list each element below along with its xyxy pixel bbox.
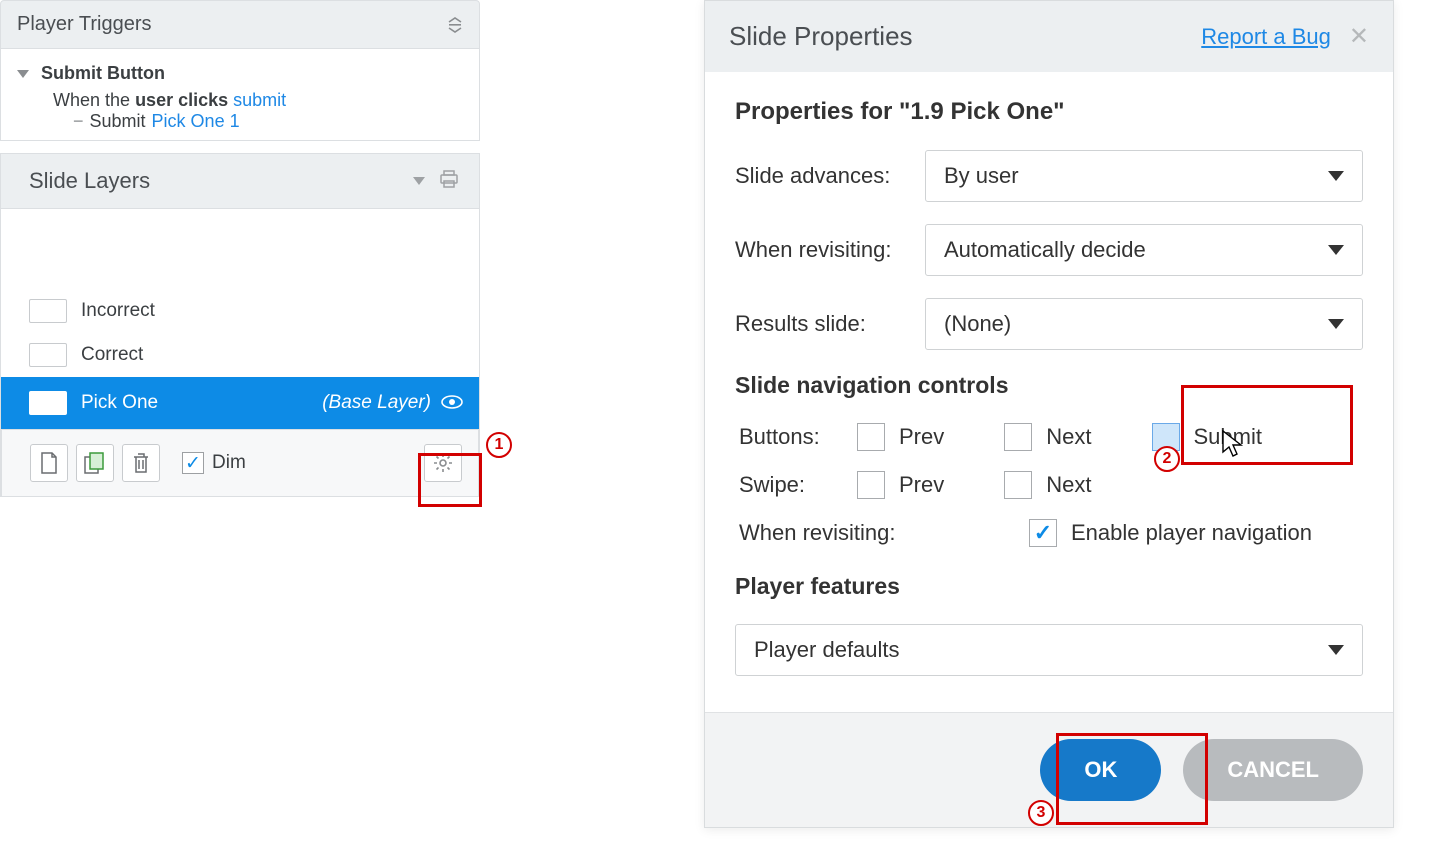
slide-advances-label: Slide advances: bbox=[735, 163, 925, 189]
printer-icon[interactable] bbox=[439, 170, 459, 193]
swipe-next-checkbox[interactable]: Next bbox=[1004, 471, 1091, 499]
next-button-checkbox[interactable]: Next bbox=[1004, 423, 1091, 451]
dialog-title: Slide Properties bbox=[729, 21, 913, 52]
cancel-button[interactable]: CANCEL bbox=[1183, 739, 1363, 801]
dialog-header: Slide Properties Report a Bug ✕ bbox=[705, 1, 1393, 72]
prev-button-checkbox[interactable]: Prev bbox=[857, 423, 944, 451]
buttons-label: Buttons: bbox=[739, 424, 857, 450]
swipe-prev-checkbox[interactable]: Prev bbox=[857, 471, 944, 499]
select-value: (None) bbox=[944, 311, 1011, 337]
report-bug-link[interactable]: Report a Bug bbox=[1201, 24, 1331, 50]
visibility-icon[interactable] bbox=[441, 392, 463, 415]
layer-thumb bbox=[29, 391, 67, 415]
checkbox-icon bbox=[857, 423, 885, 451]
chevron-down-icon bbox=[1328, 245, 1344, 255]
delete-layer-button[interactable] bbox=[122, 444, 160, 482]
layer-item-pickone-selected[interactable]: Pick One (Base Layer) bbox=[1, 377, 479, 429]
layer-label: Pick One bbox=[81, 392, 158, 414]
left-panel: Player Triggers Submit Button When the u… bbox=[0, 0, 480, 497]
trigger-group-label: Submit Button bbox=[41, 63, 165, 84]
nav-controls-title: Slide navigation controls bbox=[735, 372, 1363, 399]
select-value: Automatically decide bbox=[944, 237, 1146, 263]
player-features-select[interactable]: Player defaults bbox=[735, 624, 1363, 676]
swipe-label: Swipe: bbox=[739, 472, 857, 498]
checkbox-label: Enable player navigation bbox=[1071, 520, 1312, 546]
checkbox-icon bbox=[1004, 471, 1032, 499]
layer-properties-gear-button[interactable] bbox=[424, 444, 462, 482]
duplicate-layer-button[interactable] bbox=[76, 444, 114, 482]
checkbox-checked-icon bbox=[1029, 519, 1057, 547]
buttons-row: Buttons: Prev Next Submit bbox=[735, 423, 1363, 451]
layer-item-incorrect[interactable]: Incorrect bbox=[1, 289, 479, 333]
trigger-when-prefix: When the bbox=[53, 90, 130, 110]
when-revisiting2-label: When revisiting: bbox=[739, 520, 1029, 546]
dialog-footer: OK CANCEL bbox=[705, 712, 1393, 827]
when-revisiting-label: When revisiting: bbox=[735, 237, 925, 263]
layer-thumb bbox=[29, 343, 67, 367]
layer-label: Incorrect bbox=[81, 300, 155, 322]
checkbox-label: Prev bbox=[899, 424, 944, 450]
trigger-action[interactable]: − Submit Pick One 1 bbox=[1, 111, 479, 132]
layers-body: Incorrect Correct Pick One (Base Layer) bbox=[0, 209, 480, 497]
dim-toggle[interactable]: ✓ Dim bbox=[182, 452, 246, 474]
layer-label: Correct bbox=[81, 344, 143, 366]
close-icon[interactable]: ✕ bbox=[1349, 22, 1369, 51]
slide-advances-row: Slide advances: By user bbox=[735, 150, 1363, 202]
checkbox-label: Next bbox=[1046, 424, 1091, 450]
dialog-body: Properties for "1.9 Pick One" Slide adva… bbox=[705, 72, 1393, 712]
results-slide-label: Results slide: bbox=[735, 311, 925, 337]
layers-toolbar: ✓ Dim bbox=[1, 429, 479, 497]
trigger-when[interactable]: When the user clicks submit bbox=[1, 90, 479, 111]
select-value: By user bbox=[944, 163, 1019, 189]
trigger-when-userclicks: user clicks bbox=[135, 90, 228, 110]
chevron-down-icon bbox=[1328, 171, 1344, 181]
checkbox-icon bbox=[857, 471, 885, 499]
results-slide-row: Results slide: (None) bbox=[735, 298, 1363, 350]
checkbox-icon: ✓ bbox=[182, 452, 204, 474]
trigger-action-prefix: Submit bbox=[90, 111, 146, 132]
chevron-down-icon bbox=[1328, 319, 1344, 329]
swipe-row: Swipe: Prev Next bbox=[735, 471, 1363, 499]
checkbox-label: Next bbox=[1046, 472, 1091, 498]
player-features-title: Player features bbox=[735, 573, 1363, 600]
annotation-badge-1: 1 bbox=[486, 432, 512, 458]
select-value: Player defaults bbox=[754, 637, 900, 663]
slide-layers-title: Slide Layers bbox=[29, 168, 150, 194]
checkbox-label: Prev bbox=[899, 472, 944, 498]
new-layer-button[interactable] bbox=[30, 444, 68, 482]
properties-for-title: Properties for "1.9 Pick One" bbox=[735, 98, 1363, 126]
results-slide-select[interactable]: (None) bbox=[925, 298, 1363, 350]
slide-layers-header[interactable]: Slide Layers bbox=[0, 153, 480, 209]
trigger-action-link[interactable]: Pick One 1 bbox=[152, 111, 240, 132]
trigger-group-row[interactable]: Submit Button bbox=[1, 57, 479, 90]
player-triggers-title: Player Triggers bbox=[17, 13, 152, 36]
minus-icon: − bbox=[73, 111, 84, 132]
ok-button[interactable]: OK bbox=[1040, 739, 1161, 801]
chevron-down-icon bbox=[17, 70, 29, 78]
collapse-icon[interactable] bbox=[447, 15, 463, 35]
trigger-when-action-link[interactable]: submit bbox=[233, 90, 286, 110]
revisiting-nav-row: When revisiting: Enable player navigatio… bbox=[735, 519, 1363, 547]
when-revisiting-row: When revisiting: Automatically decide bbox=[735, 224, 1363, 276]
when-revisiting-select[interactable]: Automatically decide bbox=[925, 224, 1363, 276]
dim-label: Dim bbox=[212, 452, 246, 474]
slide-properties-dialog: Slide Properties Report a Bug ✕ Properti… bbox=[704, 0, 1394, 828]
trigger-group: Submit Button When the user clicks submi… bbox=[0, 49, 480, 141]
layer-thumb bbox=[29, 299, 67, 323]
submit-button-checkbox[interactable]: Submit bbox=[1152, 423, 1262, 451]
chevron-down-icon bbox=[1328, 645, 1344, 655]
checkbox-label: Submit bbox=[1194, 424, 1262, 450]
chevron-down-icon[interactable] bbox=[413, 177, 425, 185]
base-layer-label: (Base Layer) bbox=[322, 392, 431, 414]
checkbox-icon bbox=[1004, 423, 1032, 451]
layer-item-correct[interactable]: Correct bbox=[1, 333, 479, 377]
player-triggers-header[interactable]: Player Triggers bbox=[0, 0, 480, 49]
checkbox-icon bbox=[1152, 423, 1180, 451]
enable-player-nav-checkbox[interactable]: Enable player navigation bbox=[1029, 519, 1312, 547]
slide-advances-select[interactable]: By user bbox=[925, 150, 1363, 202]
